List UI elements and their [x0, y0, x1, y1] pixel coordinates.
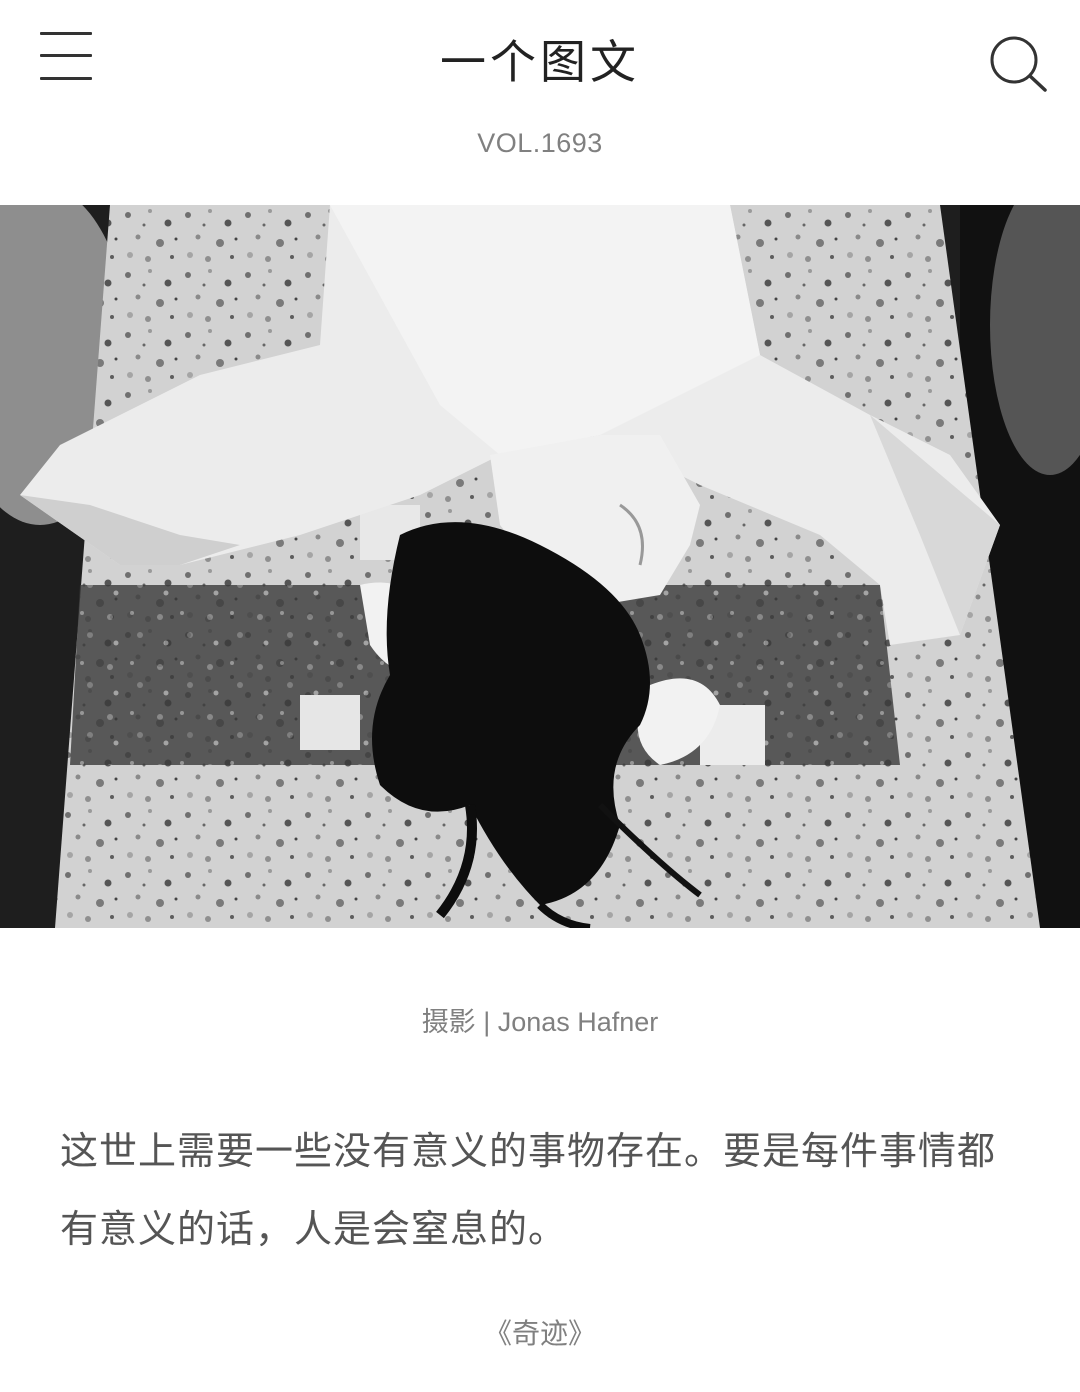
- photo-credit: 摄影 | Jonas Hafner: [421, 1007, 659, 1037]
- daily-quote: 这世上需要一些没有意义的事物存在。要是每件事情都有意义的话，人是会窒息的。: [60, 1129, 997, 1251]
- search-button[interactable]: [982, 26, 1054, 98]
- quote-source[interactable]: 《奇迹》: [0, 1312, 1080, 1352]
- featured-photo[interactable]: [0, 205, 1080, 928]
- page-title: 一个图文: [440, 35, 640, 89]
- volume-number: VOL.1693: [477, 128, 603, 158]
- top-bar: 一个图文: [0, 0, 1080, 120]
- search-icon: [990, 36, 1047, 92]
